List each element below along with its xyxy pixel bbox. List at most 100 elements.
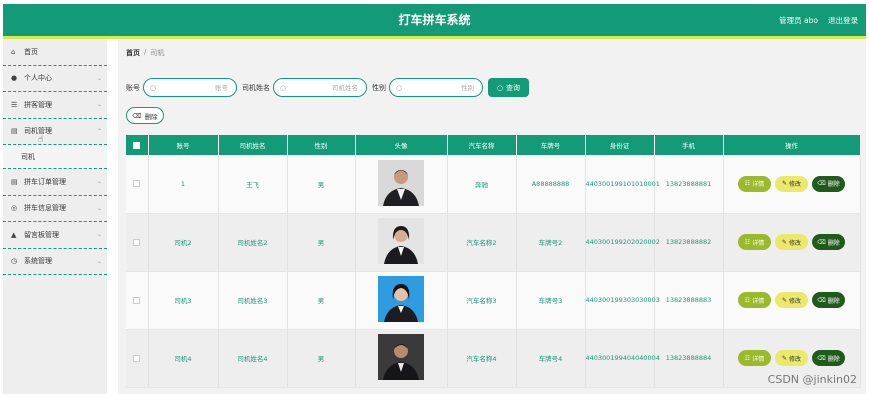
column-header: 司机姓名 <box>218 135 288 155</box>
sidebar-item-passenger-management[interactable]: ☰ 拼客管理 ⌄ <box>3 92 107 119</box>
cell-gender: 男 <box>287 329 356 388</box>
gender-input[interactable] <box>405 83 474 92</box>
delete-button[interactable]: ⌫ 删除 <box>812 350 845 366</box>
delete-label: 删除 <box>827 355 840 363</box>
delete-button[interactable]: ⌫ 删除 <box>812 234 845 250</box>
row-checkbox[interactable] <box>126 329 149 388</box>
mouse-pointer-icon: ☝ <box>38 135 44 145</box>
chevron-down-icon: ⌄ <box>96 74 102 82</box>
detail-button[interactable]: ☷ 详情 <box>738 350 771 366</box>
cell-actions: ☷ 详情 ✎ 修改 ⌫ 删除 <box>723 213 861 272</box>
driver-avatar <box>378 159 424 206</box>
trash-icon: ⌫ <box>817 238 826 246</box>
account-search-field[interactable]: ○ <box>143 78 237 97</box>
cell-account: 1 <box>148 155 219 214</box>
row-checkbox[interactable] <box>126 213 149 272</box>
sidebar-item-personal-center[interactable]: ● 个人中心 ⌄ <box>3 66 107 92</box>
search-icon: ○ <box>150 83 157 92</box>
driver-name-search-field[interactable]: ○ <box>273 78 367 97</box>
sidebar-item-system-management[interactable]: ◷ 系统管理 ⌄ <box>3 249 107 275</box>
cell-avatar <box>355 329 448 388</box>
list-icon: ☰ <box>11 100 18 109</box>
detail-button[interactable]: ☷ 详情 <box>738 292 771 308</box>
edit-button[interactable]: ✎ 修改 <box>775 175 808 192</box>
row-checkbox[interactable] <box>126 155 149 214</box>
cell-id-card: 440300199101010001 <box>585 155 660 214</box>
cell-driver-name: 司机姓名3 <box>218 271 288 330</box>
account-label: 账号 <box>126 83 140 92</box>
driver-table: 账号 司机姓名 性别 头像 汽车名称 车牌号 身份证 手机 操作 1 王飞 男 … <box>126 135 861 388</box>
sidebar-item-label: 拼车信息管理 <box>24 204 66 213</box>
sidebar-item-label: 个人中心 <box>24 74 52 83</box>
cell-account: 司机2 <box>148 213 219 272</box>
top-bar: 打车拼车系统 管理员 abo 退出登录 <box>3 4 866 37</box>
sidebar-item-driver-management[interactable]: ▤ 司机管理 ⌃ <box>3 119 107 145</box>
edit-button[interactable]: ✎ 修改 <box>775 292 808 308</box>
logout-button[interactable]: 退出登录 <box>828 4 858 37</box>
cell-actions: ☷ 详情 ✎ 修改 ⌫ 删除 <box>723 155 861 214</box>
cell-car-name: 汽车名称4 <box>447 329 517 388</box>
cell-car-name: 汽车名称3 <box>447 271 517 330</box>
delete-button[interactable]: ⌫ 删除 <box>812 292 845 308</box>
edit-icon: ✎ <box>781 354 787 362</box>
driver-avatar <box>378 276 424 322</box>
detail-button[interactable]: ☷ 详情 <box>738 234 771 250</box>
edit-icon: ✎ <box>781 238 787 246</box>
driver-name-input[interactable] <box>289 83 358 92</box>
column-header: 身份证 <box>585 135 655 155</box>
gender-label: 性别 <box>372 83 386 92</box>
account-input[interactable] <box>159 83 228 92</box>
user-area: 管理员 abo 退出登录 <box>779 4 858 37</box>
edit-button[interactable]: ✎ 修改 <box>775 234 808 250</box>
column-header: 性别 <box>287 135 356 155</box>
chevron-down-icon: ⌄ <box>96 178 102 186</box>
cell-driver-name: 司机姓名4 <box>218 329 288 388</box>
cell-gender: 男 <box>287 213 356 272</box>
chevron-down-icon: ⌄ <box>96 231 102 239</box>
sidebar-item-message-board-management[interactable]: ▲ 留言板管理 ⌄ <box>3 222 107 249</box>
table-row: 司机3 司机姓名3 男 汽车名称3 车牌号3 44030019930303000… <box>126 271 861 330</box>
sidebar-item-label: 系统管理 <box>24 257 52 266</box>
detail-label: 详情 <box>752 297 765 305</box>
column-header: 车牌号 <box>516 135 586 155</box>
search-icon: ○ <box>396 83 403 92</box>
admin-label[interactable]: 管理员 abo <box>779 4 818 37</box>
delete-label: 删除 <box>827 239 840 247</box>
cell-plate: 车牌号2 <box>516 213 586 272</box>
cell-driver-name: 王飞 <box>218 155 288 214</box>
select-all-checkbox[interactable] <box>126 135 149 155</box>
cell-plate: A88888888 <box>516 155 586 214</box>
batch-delete-label: 删除 <box>144 112 158 121</box>
search-icon: ○ <box>280 83 287 92</box>
gender-search-field[interactable]: ○ <box>389 78 483 97</box>
sidebar-item-label: 留言板管理 <box>24 230 59 239</box>
edit-button[interactable]: ✎ 修改 <box>775 350 808 366</box>
sidebar-item-label: 拼车订单管理 <box>24 177 66 186</box>
sidebar-subitem-driver[interactable]: 司机 <box>3 145 107 169</box>
edit-icon: ✎ <box>781 180 787 188</box>
row-checkbox[interactable] <box>126 271 149 330</box>
detail-button[interactable]: ☷ 详情 <box>738 175 771 192</box>
search-icon: ○ <box>496 83 504 92</box>
query-button[interactable]: ○ 查询 <box>488 78 529 97</box>
sidebar: ⌂ 首页 ● 个人中心 ⌄ ☰ 拼客管理 ⌄ ▤ 司机管理 ⌃ 司机 ▤ 拼车订… <box>3 39 107 394</box>
home-icon: ⌂ <box>11 47 16 56</box>
sidebar-item-carpool-info-management[interactable]: ◎ 拼车信息管理 ⌄ <box>3 196 107 222</box>
chevron-down-icon: ⌄ <box>96 204 102 212</box>
column-header: 汽车名称 <box>447 135 517 155</box>
driver-avatar <box>378 334 424 380</box>
delete-label: 删除 <box>827 297 840 305</box>
sidebar-subitem-label: 司机 <box>21 152 35 161</box>
breadcrumb-home[interactable]: 首页 <box>126 48 140 58</box>
sidebar-item-home[interactable]: ⌂ 首页 <box>3 39 107 66</box>
sidebar-item-label: 首页 <box>24 47 38 56</box>
sidebar-item-order-management[interactable]: ▤ 拼车订单管理 ⌄ <box>3 169 107 196</box>
delete-button[interactable]: ⌫ 删除 <box>812 175 845 192</box>
batch-delete-button[interactable]: ⌫ 删除 <box>126 107 164 124</box>
cell-plate: 车牌号4 <box>516 329 586 388</box>
app-title: 打车拼车系统 <box>398 13 471 27</box>
table-row: 司机2 司机姓名2 男 汽车名称2 车牌号2 44030019920202000… <box>126 213 861 272</box>
sidebar-item-label: 拼客管理 <box>24 100 52 109</box>
cell-car-name: 汽车名称2 <box>447 213 517 272</box>
trash-icon: ⌫ <box>817 354 826 362</box>
